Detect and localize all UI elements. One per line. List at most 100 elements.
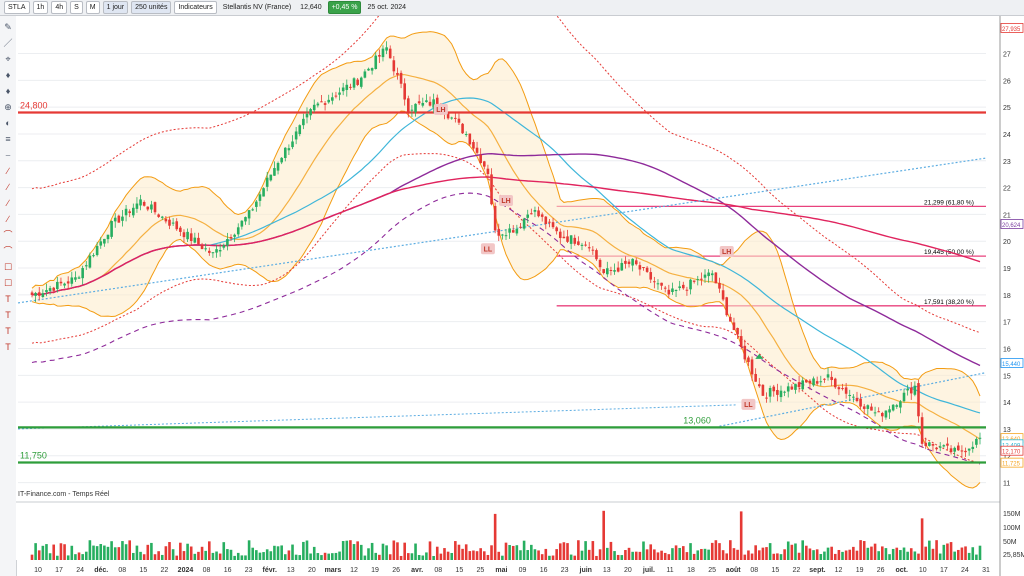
candle-body (197, 237, 200, 245)
interval-week[interactable]: S (70, 1, 83, 14)
volume-bar (45, 544, 48, 560)
candle-body (606, 268, 609, 275)
price-tick-label: 19 (1003, 266, 1011, 273)
candle-body (729, 317, 732, 322)
volume-bar (808, 548, 812, 560)
units-select[interactable]: 250 unités (131, 1, 172, 14)
volume-bar (573, 555, 577, 560)
volume-bar (899, 550, 902, 560)
interval-4h[interactable]: 4h (51, 1, 68, 14)
volume-bar (942, 544, 946, 560)
volume-bar (403, 542, 406, 560)
candle-body (428, 101, 432, 106)
volume-bar (725, 553, 729, 560)
candle-body (975, 438, 978, 445)
volume-bar (66, 555, 70, 560)
volume-bar (388, 554, 392, 560)
candle-body (283, 147, 287, 159)
candle-body (837, 387, 841, 390)
volume-bar (522, 540, 526, 560)
candle-body (497, 228, 501, 236)
volume-bar (439, 553, 443, 560)
candle-body (461, 123, 464, 134)
candle-body (352, 78, 356, 88)
volume-bar (645, 549, 649, 560)
volume-bar (99, 544, 103, 560)
drawing-tool-icon[interactable]: ∕ (3, 198, 13, 208)
time-tick-label: 17 (940, 567, 948, 574)
candle-body (855, 397, 859, 402)
drawing-tool-icon[interactable]: ⌒ (3, 230, 13, 240)
volume-bar (37, 550, 41, 560)
drawing-tool-icon[interactable]: ≡ (3, 134, 13, 144)
candle-body (414, 103, 417, 113)
drawing-tool-icon[interactable]: ☐ (3, 262, 13, 272)
drawing-tool-icon[interactable]: ∕ (3, 182, 13, 192)
drawing-tool-icon[interactable]: ☐ (3, 278, 13, 288)
drawing-tool-icon[interactable]: T (3, 342, 13, 352)
interval-1h[interactable]: 1h (32, 1, 49, 14)
candle-body (917, 383, 920, 417)
candle-body (924, 442, 928, 446)
candle-body (931, 444, 935, 446)
drawing-tool-icon[interactable]: ∕ (3, 166, 13, 176)
volume-bar (884, 548, 888, 560)
drawing-tool-icon[interactable]: ⌒ (3, 246, 13, 256)
drawing-tool-icon[interactable]: T (3, 310, 13, 320)
time-tick-label: 19 (371, 567, 379, 574)
volume-bar (186, 543, 189, 560)
candle-body (703, 274, 707, 278)
volume-bar (920, 518, 924, 560)
candle-body (808, 380, 812, 384)
volume-bar (464, 544, 468, 560)
candle-body (555, 227, 558, 232)
candle-body (573, 237, 577, 244)
volume-bar (240, 555, 244, 560)
symbol-input[interactable]: STLA (4, 1, 30, 14)
candle-body (302, 118, 305, 126)
volume-bar (519, 550, 522, 560)
volume-bar (486, 554, 490, 560)
drawing-tool-icon[interactable]: ∕ (3, 214, 13, 224)
volume-bar (935, 540, 938, 560)
candle-body (378, 55, 381, 57)
drawing-tool-icon[interactable]: ⌖ (3, 54, 13, 64)
interval-month[interactable]: M (85, 1, 100, 14)
indicators-button[interactable]: Indicateurs (174, 1, 217, 14)
drawing-tool-icon[interactable]: ◐ (3, 118, 13, 128)
volume-bar (757, 550, 761, 560)
volume-bar (110, 541, 113, 560)
volume-bar (653, 549, 656, 560)
volume-bar (938, 553, 942, 560)
volume-bar (356, 541, 359, 560)
volume-bar (620, 555, 624, 560)
volume-bar (754, 545, 757, 560)
price-tag-label: 11,725 (1002, 462, 1021, 468)
time-tick-label: 24 (76, 567, 84, 574)
price-tag-label: 20,624 (1002, 223, 1021, 229)
period-select[interactable]: 1 jour (102, 1, 129, 14)
volume-bar (537, 550, 540, 560)
candle-body (103, 238, 106, 244)
candle-body (678, 286, 681, 289)
volume-bar (888, 554, 891, 560)
drawing-tool-icon[interactable]: ♦ (3, 86, 13, 96)
drawing-tool-icon[interactable]: ✎ (3, 22, 13, 32)
drawing-tool-icon[interactable]: ♦ (3, 70, 13, 80)
drawing-tool-icon[interactable]: ／ (3, 38, 13, 48)
volume-bar (309, 553, 312, 560)
price-tick-label: 16 (1003, 347, 1011, 354)
volume-bar (975, 554, 978, 560)
candle-body (110, 221, 113, 237)
candle-body (182, 232, 186, 238)
candle-body (609, 269, 613, 271)
drawing-tool-icon[interactable]: ⊕ (3, 102, 13, 112)
price-chart[interactable]: 21,299 (61,80 %)19,445 (50,00 %)17,591 (… (16, 16, 1024, 576)
volume-bar (70, 545, 74, 560)
drawing-tool-icon[interactable]: ⎯ (3, 150, 13, 160)
candle-body (99, 241, 103, 246)
drawing-tool-icon[interactable]: T (3, 294, 13, 304)
drawing-tool-icon[interactable]: T (3, 326, 13, 336)
volume-bar (931, 548, 935, 560)
candle-body (515, 228, 519, 234)
